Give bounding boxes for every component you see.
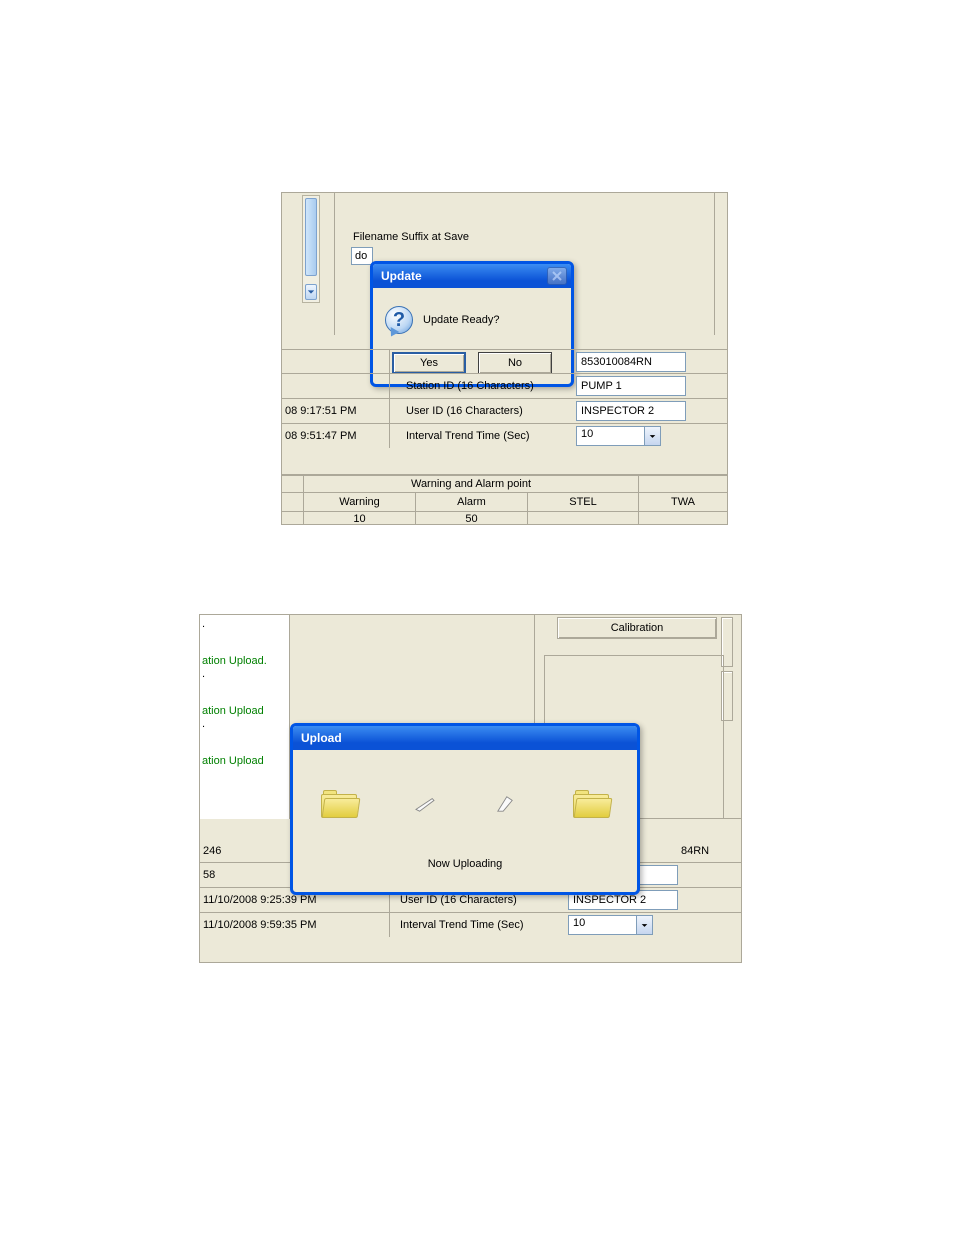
screenshot-upload-dialog: . ation Upload. . ation Upload . ation U… xyxy=(199,614,742,963)
dialog-message: Update Ready? xyxy=(423,314,499,326)
folder-icon xyxy=(573,790,609,818)
warning-alarm-values: 10 50 xyxy=(282,512,727,525)
log-line: ation Upload xyxy=(202,755,287,767)
col-twa: TWA xyxy=(639,493,727,511)
scrollbar-down-button[interactable] xyxy=(305,284,317,300)
close-button[interactable] xyxy=(547,267,567,285)
grid-cell xyxy=(282,350,390,373)
calibration-button[interactable]: Calibration xyxy=(557,617,717,639)
scrollbar[interactable] xyxy=(302,195,320,303)
dialog-titlebar[interactable]: Upload xyxy=(293,726,637,750)
timestamp-cell: 08 9:17:51 PM xyxy=(282,399,390,423)
dialog-title: Upload xyxy=(301,731,633,745)
interval-value: 10 xyxy=(568,915,636,935)
dialog-titlebar[interactable]: Update xyxy=(373,264,571,288)
station-id-input[interactable] xyxy=(576,376,686,396)
left-column xyxy=(282,193,334,335)
user-id-label: User ID (16 Characters) xyxy=(390,894,568,906)
timestamp-cell: 11/10/2008 9:59:35 PM xyxy=(200,913,390,937)
divider xyxy=(534,615,535,727)
warning-alarm-columns: Warning Alarm STEL TWA xyxy=(282,493,727,512)
dialog-title: Update xyxy=(381,269,547,283)
log-line: ation Upload xyxy=(202,705,287,717)
paper-icon xyxy=(494,795,516,813)
log-panel: . ation Upload. . ation Upload . ation U… xyxy=(200,615,290,819)
filename-suffix-input[interactable] xyxy=(351,247,373,265)
log-line: ation Upload. xyxy=(202,655,287,667)
col-stel: STEL xyxy=(528,493,639,511)
question-icon xyxy=(385,306,413,334)
scrollbar-thumb[interactable] xyxy=(305,198,317,276)
upload-status: Now Uploading xyxy=(293,858,637,882)
dropdown-icon[interactable] xyxy=(636,915,653,935)
dropdown-icon[interactable] xyxy=(644,426,661,446)
upload-dialog: Upload Now Uploading xyxy=(290,723,640,895)
val-warning: 10 xyxy=(304,512,416,525)
serial-input[interactable] xyxy=(576,352,686,372)
interval-value: 10 xyxy=(576,426,644,446)
filename-suffix-label: Filename Suffix at Save xyxy=(353,231,469,243)
user-id-input[interactable] xyxy=(576,401,686,421)
interval-select[interactable]: 10 xyxy=(576,426,661,446)
interval-label: Interval Trend Time (Sec) xyxy=(390,430,556,442)
grid-cell: 246 xyxy=(200,840,250,862)
screenshot-update-dialog: Filename Suffix at Save Update Update Re… xyxy=(281,192,728,525)
col-warning: Warning xyxy=(304,493,416,511)
interval-label: Interval Trend Time (Sec) xyxy=(390,919,568,931)
interval-select[interactable]: 10 xyxy=(568,915,653,935)
folder-icon xyxy=(321,790,357,818)
col-alarm: Alarm xyxy=(416,493,528,511)
grid-cell: 84RN xyxy=(681,845,741,857)
warning-alarm-header: Warning and Alarm point xyxy=(282,474,727,493)
user-id-label: User ID (16 Characters) xyxy=(390,405,556,417)
station-id-label: Station ID (16 Characters) xyxy=(390,380,556,392)
val-alarm: 50 xyxy=(416,512,528,525)
grid-cell xyxy=(282,374,390,398)
paper-icon xyxy=(414,795,436,813)
timestamp-cell: 08 9:51:47 PM xyxy=(282,424,390,448)
